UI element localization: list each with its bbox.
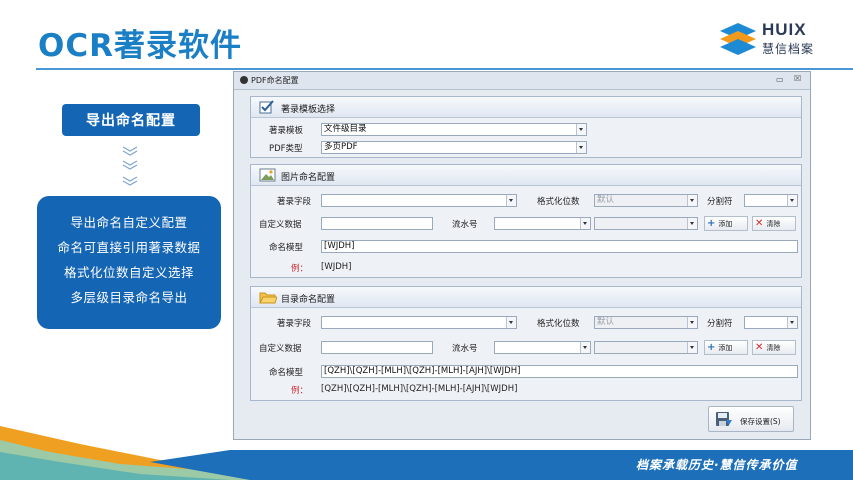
template-value: 文件级目录	[324, 124, 367, 134]
clear-button-label: 清除	[766, 219, 781, 228]
feature-item: 命名可直接引用著录数据	[57, 240, 201, 255]
chevron-down-icon	[580, 218, 590, 229]
add-button[interactable]: + 添加	[704, 216, 748, 231]
chevron-down-icon	[687, 317, 697, 328]
directory-naming-group: 目录命名配置 著录字段 格式化位数 默认 分割符 自定义数据 流水号 + 添加 …	[250, 286, 802, 401]
format-select[interactable]: 默认	[594, 316, 698, 329]
chevron-down-icon	[687, 218, 697, 229]
chevron-down-icon	[576, 142, 586, 153]
chevron-down-icon	[122, 160, 138, 170]
close-button[interactable]: ☒	[794, 74, 801, 83]
dialog-title: PDF命名配置	[251, 76, 299, 85]
model-input[interactable]: [WJDH]	[321, 240, 798, 253]
template-group-header: 著录模板选择	[251, 97, 801, 118]
minimize-button[interactable]: ▭	[776, 75, 784, 84]
image-icon	[259, 168, 276, 182]
template-label: 著录模板	[269, 126, 304, 136]
clear-button[interactable]: ✕ 清除	[752, 216, 796, 231]
chevron-down-icon	[506, 317, 516, 328]
section-label: 导出命名配置	[62, 104, 200, 136]
clear-button-label: 清除	[766, 343, 781, 352]
separator-select[interactable]	[744, 316, 798, 329]
image-group-header: 图片命名配置	[251, 165, 801, 186]
custom-data-input[interactable]	[321, 217, 433, 230]
format-value: 默认	[597, 195, 615, 205]
title-divider	[36, 68, 853, 70]
feature-item: 导出命名自定义配置	[70, 215, 188, 230]
delete-x-icon: ✕	[755, 342, 764, 353]
example-value: [QZH]\[QZH]-[MLH]\[QZH]-[MLH]-[AJH]\[WJD…	[321, 384, 518, 394]
clear-button[interactable]: ✕ 清除	[752, 340, 796, 355]
serial-label: 流水号	[452, 220, 478, 230]
chevron-down-icon	[687, 195, 697, 206]
custom-data-label: 自定义数据	[259, 220, 302, 230]
feature-item: 多层级目录命名导出	[70, 290, 188, 305]
serial-select[interactable]	[494, 341, 591, 354]
example-label: 例：	[291, 264, 309, 274]
feature-list: 导出命名自定义配置 命名可直接引用著录数据 格式化位数自定义选择 多层级目录命名…	[37, 196, 221, 329]
template-group-title: 著录模板选择	[281, 105, 336, 115]
huix-logo-icon	[720, 23, 756, 55]
dialog-titlebar: PDF命名配置 ▭ ☒	[234, 72, 810, 90]
chevron-down-icon	[122, 146, 138, 156]
field-select[interactable]	[321, 316, 517, 329]
separator-label: 分割符	[707, 319, 733, 329]
model-label: 命名模型	[269, 368, 304, 378]
chevron-down-icon	[687, 342, 697, 353]
feature-item: 格式化位数自定义选择	[63, 265, 194, 280]
logo-name: HUIX	[762, 20, 807, 39]
dir-group-title: 目录命名配置	[281, 295, 336, 305]
huix-logo: HUIX 慧信档案	[718, 19, 830, 59]
pdf-type-value: 多页PDF	[324, 142, 358, 152]
chevron-down-icon	[787, 317, 797, 328]
example-value: [WJDH]	[321, 262, 352, 272]
pdf-type-label: PDF类型	[269, 144, 303, 154]
dir-group-header: 目录命名配置	[251, 287, 801, 308]
chevron-down-icon	[580, 342, 590, 353]
add-button[interactable]: + 添加	[704, 340, 748, 355]
serial-extra-select[interactable]	[594, 217, 698, 230]
serial-label: 流水号	[452, 344, 478, 354]
format-label: 格式化位数	[537, 197, 580, 207]
image-naming-group: 图片命名配置 著录字段 格式化位数 默认 分割符 自定义数据 流水号 + 添加 …	[250, 164, 802, 278]
pdf-naming-dialog: PDF命名配置 ▭ ☒ 著录模板选择 著录模板 文件级目录 PDF类型 多页PD…	[233, 71, 811, 440]
format-label: 格式化位数	[537, 319, 580, 329]
field-label: 著录字段	[277, 319, 312, 329]
chevron-down-icon	[122, 176, 138, 186]
model-input[interactable]: [QZH]\[QZH]-[MLH]\[QZH]-[MLH]-[AJH]\[WJD…	[321, 365, 798, 378]
template-select[interactable]: 文件级目录	[321, 123, 587, 136]
app-icon	[240, 76, 248, 84]
custom-data-label: 自定义数据	[259, 344, 302, 354]
chevron-down-icon	[787, 195, 797, 206]
plus-icon: +	[707, 342, 716, 353]
pdf-type-select[interactable]: 多页PDF	[321, 141, 587, 154]
image-group-title: 图片命名配置	[281, 173, 336, 183]
serial-extra-select[interactable]	[594, 341, 698, 354]
logo-subtitle: 慧信档案	[762, 42, 815, 56]
separator-label: 分割符	[707, 197, 733, 207]
check-icon	[259, 100, 274, 114]
add-button-label: 添加	[718, 343, 733, 352]
serial-select[interactable]	[494, 217, 591, 230]
slide-title: OCR著录软件	[38, 28, 242, 64]
add-button-label: 添加	[718, 219, 733, 228]
delete-x-icon: ✕	[755, 218, 764, 229]
field-label: 著录字段	[277, 197, 312, 207]
chevron-down-icon	[506, 195, 516, 206]
chevron-down-icon	[576, 124, 586, 135]
field-select[interactable]	[321, 194, 517, 207]
custom-data-input[interactable]	[321, 341, 433, 354]
plus-icon: +	[707, 218, 716, 229]
template-group: 著录模板选择 著录模板 文件级目录 PDF类型 多页PDF	[250, 96, 802, 158]
footer-slogan: 档案承载历史·慧信传承价值	[636, 458, 798, 472]
example-label: 例：	[291, 386, 309, 396]
model-label: 命名模型	[269, 243, 304, 253]
format-value: 默认	[597, 317, 615, 327]
separator-select[interactable]	[744, 194, 798, 207]
format-select[interactable]: 默认	[594, 194, 698, 207]
folder-icon	[259, 292, 277, 304]
